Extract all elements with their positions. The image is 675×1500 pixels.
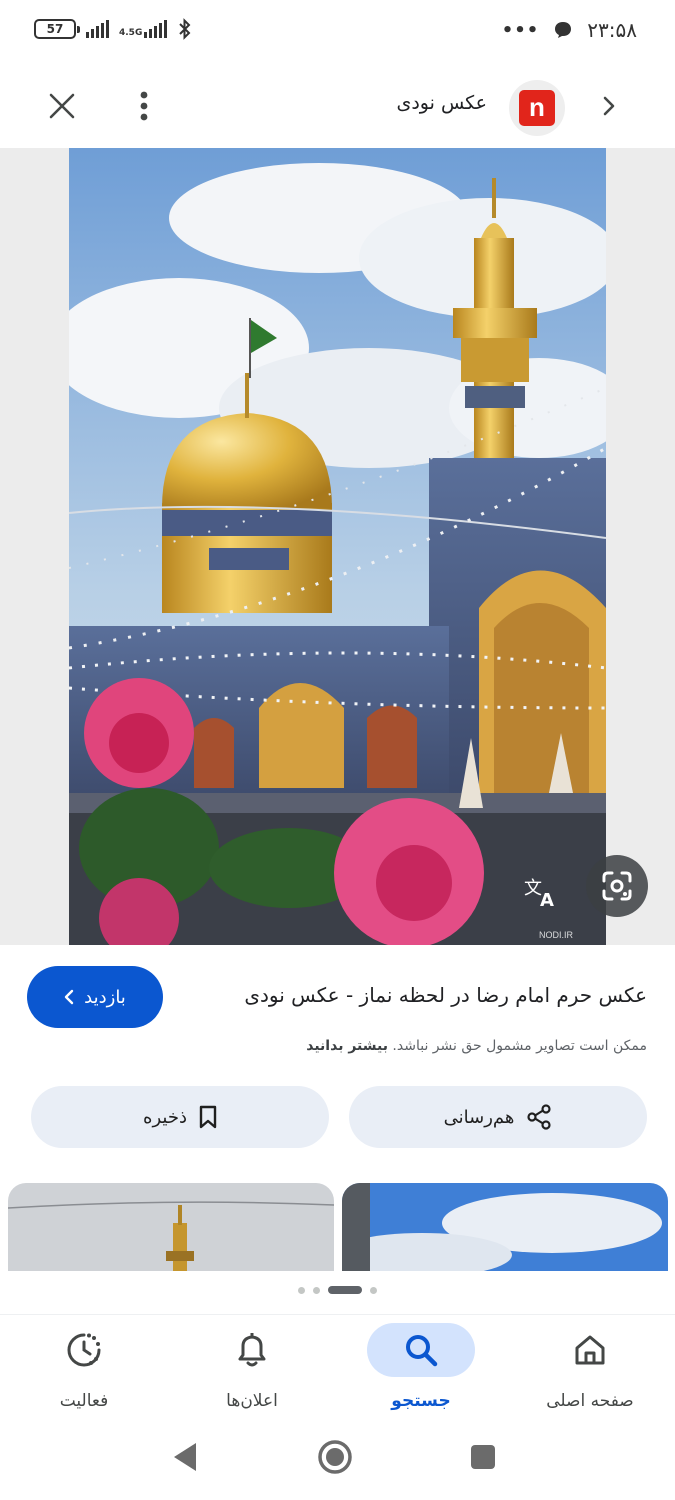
nav-activity-label: فعالیت xyxy=(59,1391,109,1411)
share-button[interactable]: هم‌رسانی xyxy=(349,1086,647,1148)
visit-button[interactable]: بازدید xyxy=(27,966,163,1028)
status-icons-right: ••• ۲۳:۵۸ xyxy=(502,18,637,42)
nav-home[interactable]: صفحه اصلی xyxy=(506,1323,674,1423)
save-label: ذخیره xyxy=(143,1106,187,1128)
related-thumbnail-1 xyxy=(8,1183,334,1271)
search-icon xyxy=(406,1335,438,1367)
svg-text:A: A xyxy=(540,890,554,908)
bell-icon xyxy=(238,1333,266,1367)
nav-home-pill xyxy=(536,1323,644,1377)
related-thumbnail-2 xyxy=(342,1183,668,1271)
recents-square-icon xyxy=(471,1445,495,1469)
google-lens-icon xyxy=(602,871,632,901)
battery-level: 57 xyxy=(46,22,64,36)
signal-2-icon xyxy=(144,20,168,38)
shrine-photo-illustration: NODI.IR xyxy=(69,148,606,945)
translate-icon: 文 A xyxy=(524,878,554,908)
status-bar: 57 4.5G ••• ۲۳:۵۸ xyxy=(0,0,675,64)
pager-dot-active xyxy=(328,1286,362,1294)
system-recents-button[interactable] xyxy=(470,1444,496,1474)
save-button[interactable]: ذخیره xyxy=(31,1086,329,1148)
related-image[interactable] xyxy=(342,1183,668,1271)
signal-icon xyxy=(86,20,109,38)
system-navigation xyxy=(0,1426,675,1500)
learn-more-link[interactable]: بیشتر بدانید xyxy=(306,1038,388,1054)
pager-dot xyxy=(298,1286,305,1294)
open-site-button[interactable] xyxy=(593,88,625,124)
nav-home-label: صفحه اصلی xyxy=(546,1391,634,1411)
bluetooth-icon xyxy=(179,18,191,40)
more-vert-icon xyxy=(140,91,148,121)
back-triangle-icon xyxy=(174,1443,196,1471)
bookmark-icon xyxy=(199,1105,217,1129)
lens-search-button[interactable] xyxy=(586,855,648,917)
activity-icon xyxy=(67,1333,101,1367)
nav-notifications-pill xyxy=(198,1323,306,1377)
chevron-right-icon xyxy=(603,96,615,116)
nav-search-label: جستجو xyxy=(391,1391,451,1411)
visit-label: بازدید xyxy=(84,986,126,1008)
photo-watermark: NODI.IR xyxy=(539,930,574,940)
chevron-left-icon xyxy=(64,989,74,1005)
related-image[interactable] xyxy=(8,1183,334,1271)
related-images xyxy=(0,1183,675,1271)
carousel-pager xyxy=(0,1286,675,1294)
network-signal: 4.5G xyxy=(119,20,168,38)
more-options-button[interactable] xyxy=(124,84,164,128)
clock: ۲۳:۵۸ xyxy=(587,18,637,42)
chat-bubble-icon xyxy=(555,22,572,38)
network-type: 4.5G xyxy=(119,28,143,38)
share-label: هم‌رسانی xyxy=(443,1106,515,1128)
battery-icon: 57 xyxy=(34,19,80,39)
nav-activity[interactable]: فعالیت xyxy=(0,1323,168,1423)
pager-dot xyxy=(313,1286,320,1294)
notice-text: ممکن است تصاویر مشمول حق نشر نباشد. xyxy=(392,1038,647,1054)
result-title[interactable]: عکس حرم امام رضا در لحظه نماز - عکس نودی xyxy=(244,983,647,1007)
copyright-notice: ممکن است تصاویر مشمول حق نشر نباشد. بیشت… xyxy=(306,1038,647,1054)
nav-notifications-label: اعلان‌ها xyxy=(226,1391,278,1411)
status-icons-left: 57 4.5G xyxy=(34,18,193,40)
close-icon xyxy=(49,93,75,119)
share-icon xyxy=(527,1104,551,1130)
home-icon xyxy=(575,1335,605,1365)
image-viewer: NODI.IR 文 A xyxy=(0,148,675,945)
home-circle-icon xyxy=(318,1440,352,1474)
nav-notifications[interactable]: اعلان‌ها xyxy=(168,1323,336,1423)
more-notifications-icon: ••• xyxy=(501,19,540,41)
pager-dot xyxy=(370,1286,377,1294)
top-app-bar: عکس نودی n xyxy=(0,64,675,148)
site-name[interactable]: عکس نودی xyxy=(396,92,487,114)
translate-button[interactable]: 文 A xyxy=(512,862,572,922)
system-back-button[interactable] xyxy=(170,1440,200,1478)
site-logo-letter: n xyxy=(519,90,555,126)
close-button[interactable] xyxy=(40,84,84,128)
system-home-button[interactable] xyxy=(316,1438,354,1480)
site-logo[interactable]: n xyxy=(509,80,565,136)
nav-activity-pill xyxy=(30,1323,138,1377)
nav-search[interactable]: جستجو xyxy=(337,1323,505,1423)
shrine-photo[interactable]: NODI.IR xyxy=(69,148,606,945)
nav-search-pill xyxy=(367,1323,475,1377)
bottom-navigation: فعالیت اعلان‌ها جستجو صفحه اصلی xyxy=(0,1314,675,1426)
